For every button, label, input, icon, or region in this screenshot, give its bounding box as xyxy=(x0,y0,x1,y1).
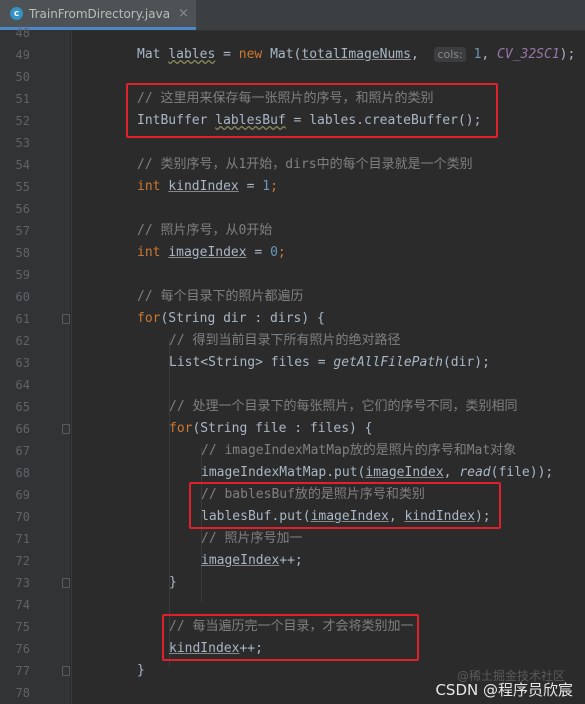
fold-marker-icon[interactable] xyxy=(62,314,70,324)
fold-marker-icon[interactable] xyxy=(62,666,70,676)
fold-marker-icon[interactable] xyxy=(62,424,70,434)
line-number: 49 xyxy=(15,48,30,62)
fold-marker-icon[interactable] xyxy=(62,578,70,588)
line-number: 78 xyxy=(15,686,30,700)
highlight-box-lablesbuf-declaration xyxy=(126,83,498,138)
code-line-55: int kindIndex = 1; xyxy=(137,179,278,194)
code-line-62: // 得到当前目录下所有照片的绝对路径 xyxy=(169,333,401,348)
editor-tab-bar: c TrainFromDirectory.java × xyxy=(0,0,585,31)
line-number: 55 xyxy=(15,180,30,194)
line-number: 75 xyxy=(15,620,30,634)
tab-label: TrainFromDirectory.java xyxy=(29,6,171,21)
parameter-hint: cols: xyxy=(434,47,466,62)
code-line-66: for(String file : files) { xyxy=(169,421,373,436)
line-number: 52 xyxy=(15,114,30,128)
line-number: 73 xyxy=(15,576,30,590)
code-line-68: imageIndexMatMap.put(imageIndex, read(fi… xyxy=(201,465,554,480)
line-number: 72 xyxy=(15,554,30,568)
code-line-65: // 处理一个目录下的每张照片，它们的序号不同，类别相同 xyxy=(169,399,518,414)
code-line-57: // 照片序号，从0开始 xyxy=(137,223,273,238)
code-line-49: Mat lables = new Mat(totalImageNums, col… xyxy=(137,47,576,62)
line-number: 63 xyxy=(15,356,30,370)
line-number-gutter: 48 49 50 51 52 53 54 55 56 57 58 59 60 61 62 63 64 65 66 67… xyxy=(0,26,70,704)
code-line-72: imageIndex++; xyxy=(201,553,303,568)
line-number: 77 xyxy=(15,664,30,678)
code-line-60: // 每个目录下的照片都遍历 xyxy=(137,289,304,304)
line-number: 56 xyxy=(15,202,30,216)
code-line-73: } xyxy=(169,575,177,590)
code-line-67: // imageIndexMatMap放的是照片的序号和Mat对象 xyxy=(201,443,517,458)
code-line-71: // 照片序号加一 xyxy=(201,531,303,546)
line-number: 61 xyxy=(15,312,30,326)
line-number: 74 xyxy=(15,598,30,612)
line-number: 66 xyxy=(15,422,30,436)
code-line-63: List<String> files = getAllFilePath(dir)… xyxy=(169,355,490,370)
highlight-box-kindindex-increment xyxy=(162,614,419,661)
line-number: 71 xyxy=(15,532,30,546)
watermark: CSDN @程序员欣宸 xyxy=(435,681,573,699)
line-number: 48 xyxy=(15,26,30,40)
line-number: 60 xyxy=(15,290,30,304)
code-line-61: for(String dir : dirs) { xyxy=(137,311,325,326)
line-number: 65 xyxy=(15,400,30,414)
line-number: 51 xyxy=(15,92,30,106)
line-number: 69 xyxy=(15,488,30,502)
line-number: 64 xyxy=(15,378,30,392)
line-number: 67 xyxy=(15,444,30,458)
code-line-54: // 类别序号，从1开始，dirs中的每个目录就是一个类别 xyxy=(137,157,473,172)
line-number: 57 xyxy=(15,224,30,238)
java-class-icon: c xyxy=(10,7,23,20)
code-line-77: } xyxy=(137,663,145,678)
line-number: 59 xyxy=(15,268,30,282)
line-number: 68 xyxy=(15,466,30,480)
line-number: 53 xyxy=(15,136,30,150)
highlight-box-lablesbuf-put xyxy=(189,482,501,529)
code-line-58: int imageIndex = 0; xyxy=(137,245,286,260)
line-number: 58 xyxy=(15,246,30,260)
line-number: 50 xyxy=(15,70,30,84)
line-number: 76 xyxy=(15,642,30,656)
line-number: 54 xyxy=(15,158,30,172)
close-icon[interactable]: × xyxy=(178,6,189,21)
line-number: 70 xyxy=(15,510,30,524)
line-number: 62 xyxy=(15,334,30,348)
